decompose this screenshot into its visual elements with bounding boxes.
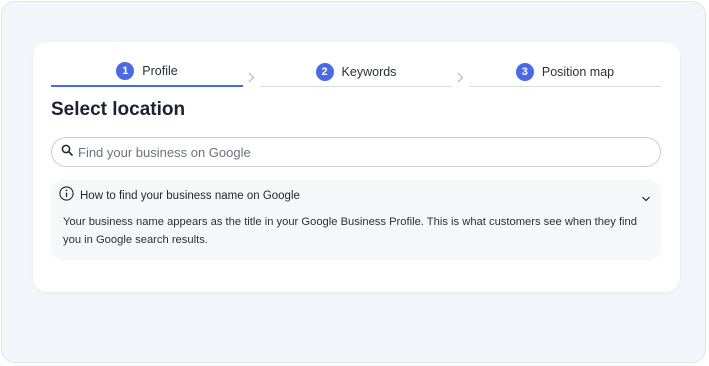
info-icon (59, 186, 74, 206)
chevron-right-icon (243, 59, 260, 87)
step-label: Profile (142, 64, 178, 78)
chevron-down-icon[interactable] (641, 190, 651, 208)
step-position-map[interactable]: 3 Position map (469, 59, 661, 87)
step-keywords[interactable]: 2 Keywords (260, 59, 452, 87)
step-label: Keywords (341, 64, 397, 79)
search-input[interactable] (78, 144, 638, 160)
step-number: 1 (116, 62, 135, 80)
step-profile[interactable]: 1 Profile (51, 59, 243, 87)
step-number: 2 (315, 62, 334, 81)
help-panel: How to find your business name on Google… (51, 180, 661, 260)
page-title: Select location (51, 99, 186, 120)
step-label: Position map (541, 64, 615, 79)
search-icon (61, 143, 73, 161)
chevron-right-icon (452, 59, 469, 87)
help-panel-body: Your business name appears as the title … (63, 216, 637, 246)
stepper: 1 Profile 2 Keywords 3 Position map (51, 59, 662, 87)
help-panel-title: How to find your business name on Google (80, 190, 300, 202)
help-panel-toggle[interactable]: How to find your business name on Google (59, 186, 653, 208)
setup-card: 1 Profile 2 Keywords 3 Position map Sele… (33, 42, 680, 292)
search-box[interactable] (51, 137, 661, 167)
step-number: 3 (515, 62, 534, 81)
app-frame: 1 Profile 2 Keywords 3 Position map Sele… (1, 1, 706, 363)
